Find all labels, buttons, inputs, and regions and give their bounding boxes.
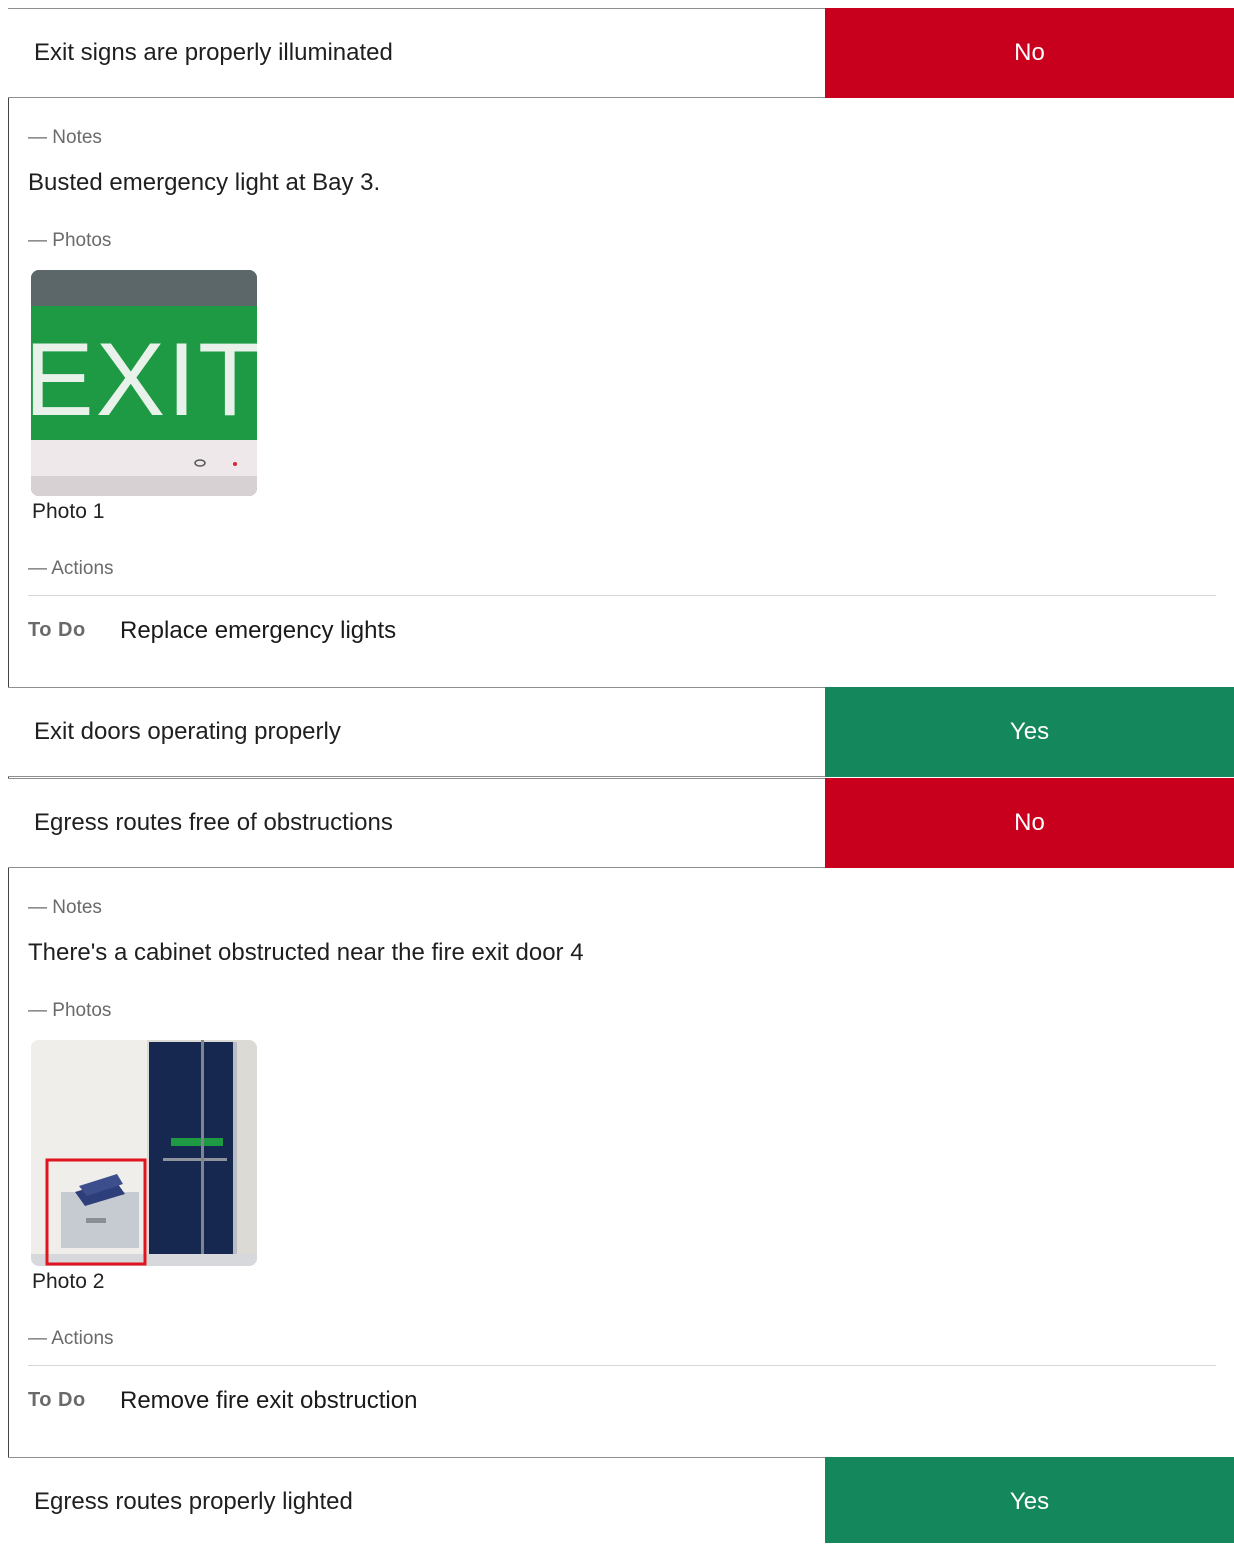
- note-text: There's a cabinet obstructed near the fi…: [28, 939, 584, 966]
- action-item[interactable]: To Do Remove fire exit obstruction: [28, 1365, 1216, 1425]
- photos-label-text: — Photos: [28, 1000, 112, 1021]
- question-row: Egress routes free of obstructions No: [8, 778, 1234, 868]
- question-text: Exit doors operating properly: [34, 718, 341, 745]
- photo-thumbnail-exit-sign[interactable]: EXIT: [31, 270, 257, 496]
- action-item[interactable]: To Do Replace emergency lights: [28, 595, 1216, 655]
- photos-label: — Photos: [28, 229, 1216, 253]
- fire-exit-door-image: [31, 1040, 257, 1266]
- actions-divider: [28, 1365, 1216, 1366]
- answer-badge-no[interactable]: No: [825, 778, 1234, 868]
- notes-label-text: — Notes: [28, 897, 102, 918]
- actions-label: — Actions: [28, 1327, 1216, 1351]
- exit-sign-text: EXIT: [31, 322, 257, 438]
- photos-label: — Photos: [28, 999, 1216, 1023]
- note-block: Busted emergency light at Bay 3.: [28, 168, 1216, 198]
- action-status: To Do: [28, 619, 86, 641]
- question-row: Exit signs are properly illuminated No: [8, 8, 1234, 98]
- actions-label: — Actions: [28, 557, 1216, 581]
- actions-label-text: — Actions: [28, 558, 114, 579]
- actions-label-text: — Actions: [28, 1328, 114, 1349]
- actions-divider: [28, 595, 1216, 596]
- action-status: To Do: [28, 1389, 86, 1411]
- notes-label: — Notes: [28, 126, 1216, 150]
- question-text: Egress routes properly lighted: [34, 1488, 353, 1515]
- notes-label-text: — Notes: [28, 127, 102, 148]
- photo-thumbnail-fire-exit-door[interactable]: [31, 1040, 257, 1266]
- question-row: Exit doors operating properly Yes: [8, 687, 1234, 777]
- photo-caption-block: Photo 1: [32, 500, 1220, 524]
- notes-label: — Notes: [28, 896, 1216, 920]
- exit-sign-image: EXIT: [31, 270, 257, 496]
- answer-badge-yes[interactable]: Yes: [825, 1457, 1234, 1543]
- note-text: Busted emergency light at Bay 3.: [28, 169, 381, 196]
- photos-label-text: — Photos: [28, 230, 112, 251]
- photo-caption: Photo 2: [32, 1270, 105, 1293]
- answer-badge-yes[interactable]: Yes: [825, 687, 1234, 777]
- question-text: Egress routes free of obstructions: [34, 809, 393, 836]
- photo-caption-block: Photo 2: [32, 1270, 1220, 1294]
- action-title[interactable]: Replace emergency lights: [120, 617, 396, 645]
- answer-badge-no[interactable]: No: [825, 8, 1234, 98]
- photo-caption: Photo 1: [32, 500, 105, 523]
- question-text: Exit signs are properly illuminated: [34, 39, 393, 66]
- action-title[interactable]: Remove fire exit obstruction: [120, 1387, 417, 1415]
- note-block: There's a cabinet obstructed near the fi…: [28, 938, 1216, 968]
- question-row: Egress routes properly lighted Yes: [8, 1457, 1234, 1543]
